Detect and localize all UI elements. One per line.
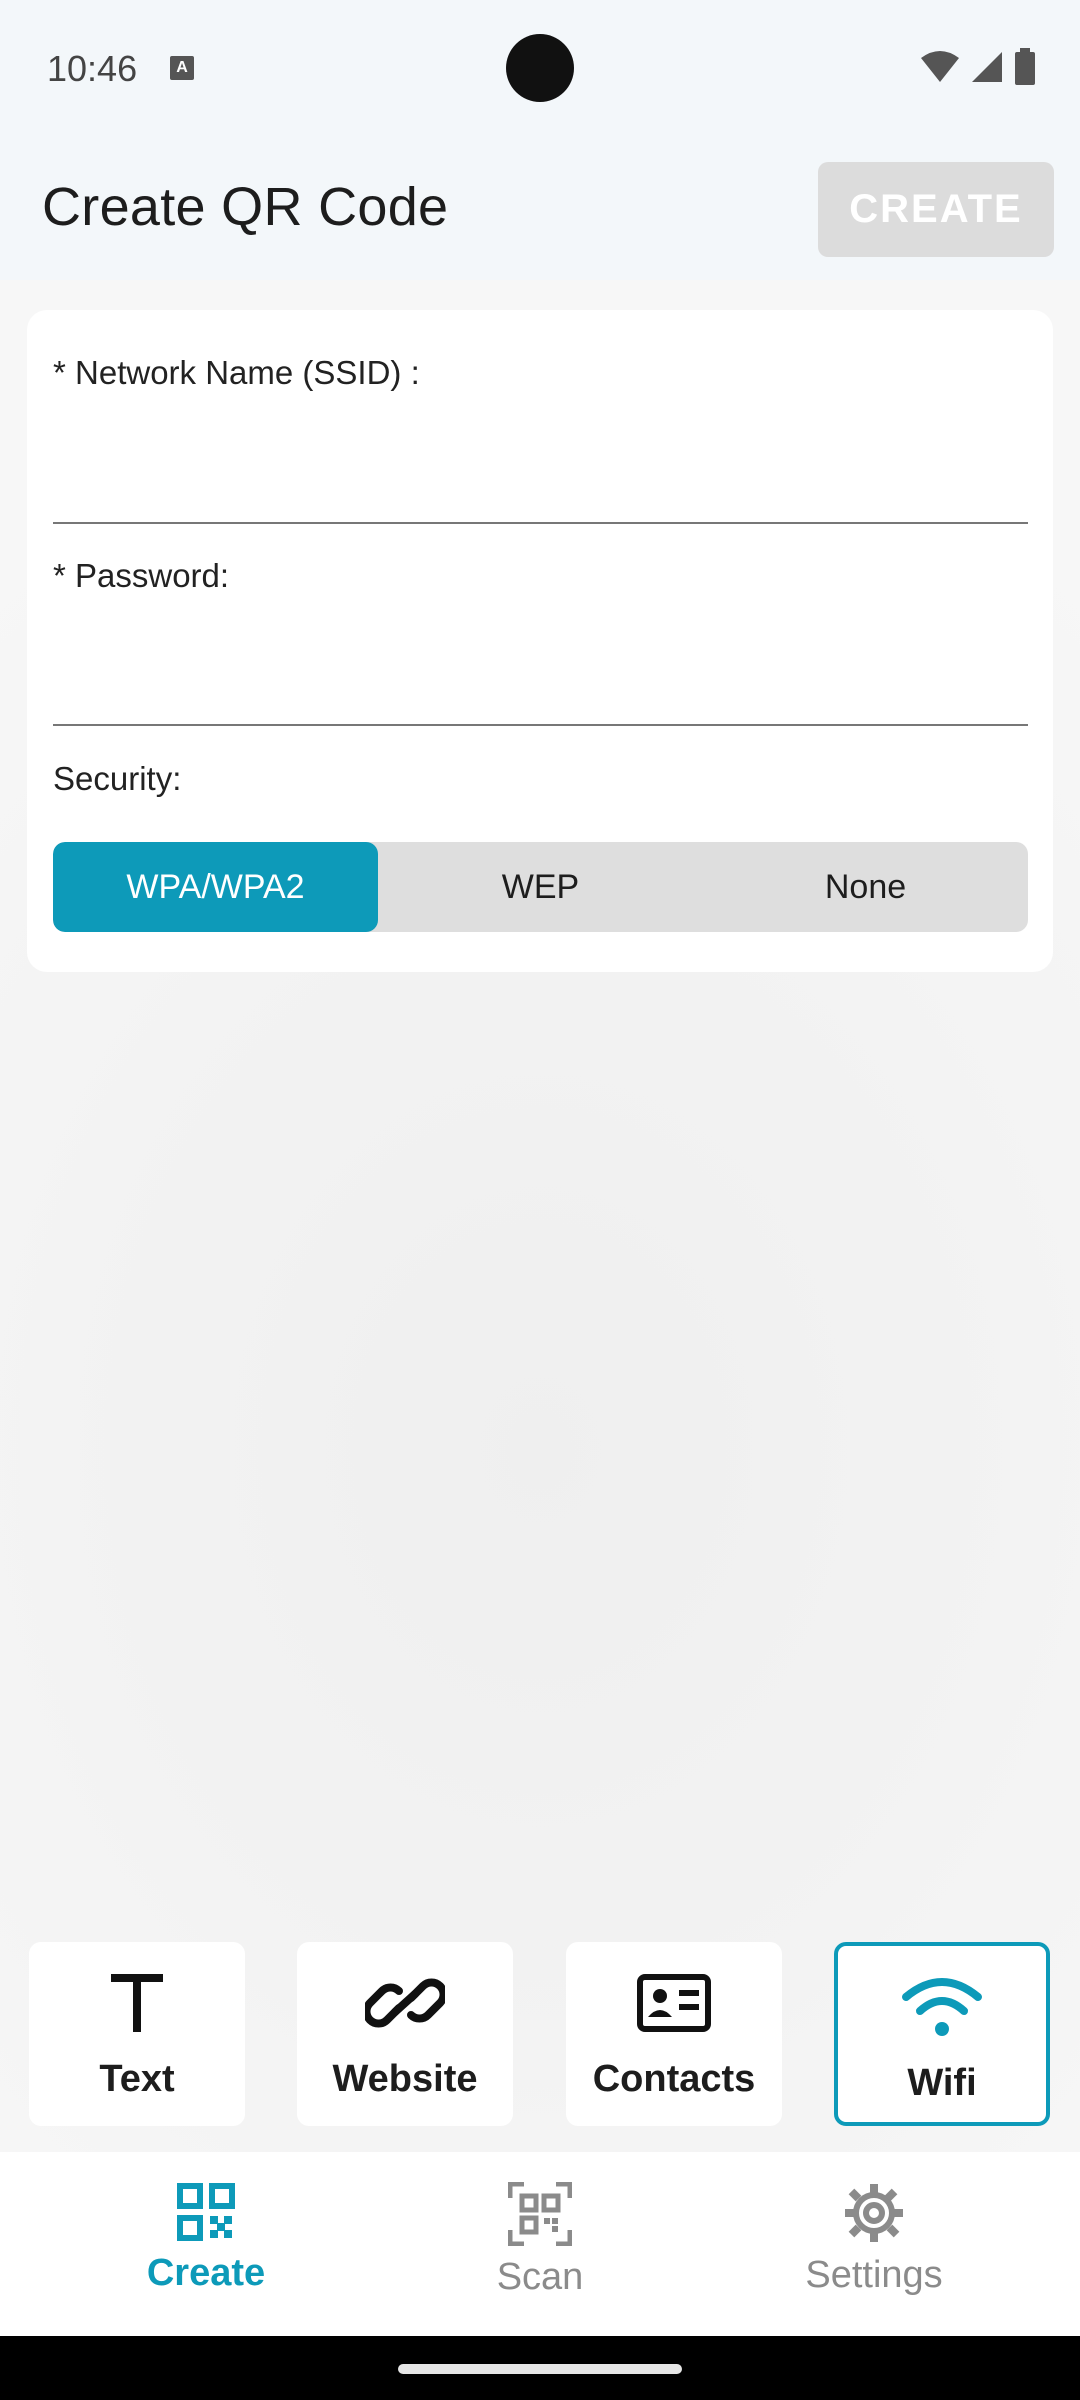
type-label-website: Website xyxy=(332,2058,478,2100)
password-input[interactable] xyxy=(53,610,1028,722)
wifi-form-card: * Network Name (SSID) : * Password: Secu… xyxy=(27,310,1053,972)
link-icon xyxy=(365,1962,445,2044)
contact-card-icon xyxy=(637,1962,711,2044)
security-option-none[interactable]: None xyxy=(703,842,1028,932)
cell-signal-icon xyxy=(972,52,1002,82)
ssid-label: * Network Name (SSID) : xyxy=(53,354,420,391)
nav-settings[interactable]: Settings xyxy=(724,2182,1024,2297)
security-label: Security: xyxy=(53,760,182,797)
nav-create-label: Create xyxy=(146,2252,266,2294)
password-underline xyxy=(53,724,1028,726)
qr-grid-icon xyxy=(177,2183,235,2241)
wifi-icon xyxy=(900,1966,984,2048)
security-option-wpa[interactable]: WPA/WPA2 xyxy=(53,842,378,932)
type-tile-text[interactable]: Text xyxy=(29,1942,245,2126)
type-tile-contacts[interactable]: Contacts xyxy=(566,1942,782,2126)
status-time: 10:46 xyxy=(47,48,138,89)
camera-cutout xyxy=(506,34,574,102)
ssid-underline xyxy=(53,522,1028,524)
type-label-contacts: Contacts xyxy=(592,2058,756,2100)
create-button[interactable]: CREATE xyxy=(818,162,1054,257)
ssid-input[interactable] xyxy=(53,410,1028,520)
password-label: * Password: xyxy=(53,557,230,594)
qr-scan-icon xyxy=(508,2182,572,2246)
nav-scan-label: Scan xyxy=(496,2256,584,2298)
page-title: Create QR Code xyxy=(42,177,449,237)
type-label-wifi: Wifi xyxy=(907,2062,977,2104)
status-bar: 10:46 A xyxy=(0,0,1080,140)
notification-a-icon: A xyxy=(170,56,194,80)
nav-scan[interactable]: Scan xyxy=(390,2182,690,2299)
nav-settings-label: Settings xyxy=(805,2254,943,2296)
app-bar: Create QR Code CREATE xyxy=(0,140,1080,280)
screen: 10:46 A Create QR Code CREATE * Network … xyxy=(0,0,1080,2400)
security-option-wep[interactable]: WEP xyxy=(378,842,703,932)
type-label-text: Text xyxy=(99,2058,175,2100)
bottom-navigation: Create Scan Settings xyxy=(0,2152,1080,2336)
home-gesture-handle[interactable] xyxy=(398,2364,682,2374)
wifi-signal-icon xyxy=(921,51,959,82)
status-icons xyxy=(920,48,1036,86)
type-tile-wifi[interactable]: Wifi xyxy=(834,1942,1050,2126)
qr-type-selector: Text Website Contacts Wifi xyxy=(0,1942,1080,2126)
security-segmented-control: WPA/WPA2 WEP None xyxy=(53,842,1028,932)
text-icon xyxy=(107,1962,167,2044)
battery-icon xyxy=(1015,48,1035,85)
gear-icon xyxy=(845,2184,903,2242)
nav-create[interactable]: Create xyxy=(56,2182,356,2295)
system-gesture-bar xyxy=(0,2336,1080,2400)
type-tile-website[interactable]: Website xyxy=(297,1942,513,2126)
